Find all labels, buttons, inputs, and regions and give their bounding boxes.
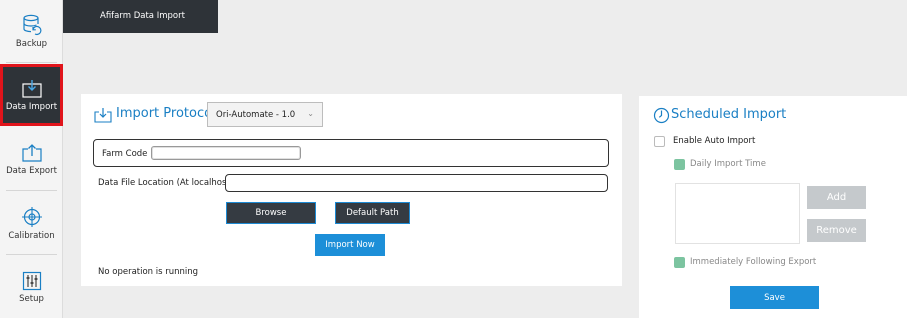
sidebar-item-backup[interactable]: Backup — [0, 0, 63, 62]
crosshair-icon — [21, 206, 42, 227]
enable-auto-import-checkbox[interactable] — [654, 136, 665, 147]
panel-title: Scheduled Import — [671, 107, 787, 122]
tab-label: Afifarm Data Import — [100, 11, 185, 21]
remove-button[interactable]: Remove — [807, 219, 866, 242]
enable-auto-import-label: Enable Auto Import — [673, 136, 756, 146]
protocol-select[interactable]: Ori-Automate - 1.0 ⌄ — [207, 102, 323, 127]
default-path-button[interactable]: Default Path — [335, 202, 410, 224]
import-time-list[interactable] — [675, 183, 800, 244]
import-protocol-panel: Import Protocol Ori-Automate - 1.0 ⌄ Far… — [81, 94, 622, 286]
database-icon — [22, 14, 41, 35]
daily-import-time-checkbox[interactable] — [674, 159, 685, 170]
following-export-checkbox[interactable] — [674, 257, 685, 268]
sidebar-item-label: Setup — [19, 293, 44, 304]
farm-code-row: Farm Code — [93, 139, 609, 167]
following-export-label: Immediately Following Export — [690, 257, 817, 267]
sidebar-item-setup[interactable]: Setup — [0, 256, 63, 318]
export-icon — [21, 143, 42, 162]
sidebar-item-label: Data Export — [6, 165, 57, 176]
divider — [6, 190, 57, 191]
sidebar-item-data-export[interactable]: Data Export — [0, 128, 63, 190]
browse-button[interactable]: Browse — [226, 202, 316, 224]
sidebar-item-label: Calibration — [8, 230, 55, 241]
file-location-input[interactable] — [225, 174, 608, 192]
clock-icon — [653, 107, 670, 124]
farm-code-input[interactable] — [151, 146, 301, 160]
chevron-down-icon: ⌄ — [307, 109, 314, 118]
status-text: No operation is running — [98, 267, 199, 277]
daily-import-time-label: Daily Import Time — [690, 159, 766, 169]
add-button[interactable]: Add — [807, 186, 866, 209]
tab-afifarm-data-import[interactable]: Afifarm Data Import — [63, 0, 218, 33]
import-icon — [21, 79, 42, 98]
import-icon — [94, 108, 112, 123]
import-now-button[interactable]: Import Now — [315, 234, 385, 256]
sidebar-item-label: Data Import — [5, 101, 58, 112]
sliders-icon — [22, 271, 41, 290]
sidebar-item-calibration[interactable]: Calibration — [0, 192, 63, 254]
divider — [6, 62, 57, 63]
divider — [6, 254, 57, 255]
save-button[interactable]: Save — [730, 286, 819, 309]
file-location-label: Data File Location (At localhost) — [98, 178, 234, 188]
sidebar-item-data-import[interactable]: Data Import — [0, 64, 63, 126]
farm-code-label: Farm Code — [102, 149, 148, 159]
protocol-select-value: Ori-Automate - 1.0 — [216, 110, 296, 120]
panel-title: Import Protocol — [116, 106, 216, 121]
sidebar: Backup Data Import Data Export Calibrati… — [0, 0, 63, 318]
scheduled-import-panel: Scheduled Import Enable Auto Import Dail… — [639, 96, 907, 318]
sidebar-item-label: Backup — [15, 38, 48, 49]
